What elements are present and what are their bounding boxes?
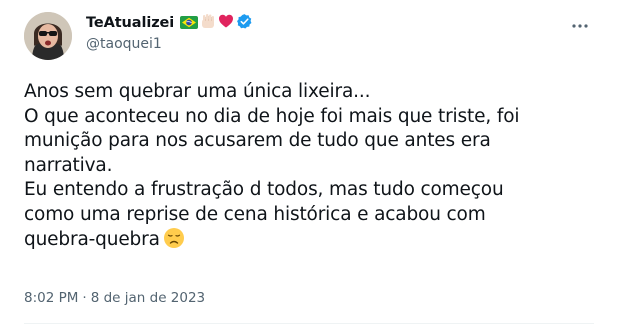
avatar[interactable] (24, 12, 72, 60)
tweet-line: quebra-quebra (24, 229, 160, 250)
red-heart-icon (218, 13, 234, 33)
tweet-line: O que aconteceu no dia de hoje foi mais … (24, 105, 520, 127)
tweet-last-line: quebra-quebra (24, 227, 594, 257)
avatar-photo-icon (24, 12, 72, 60)
tweet-line: munição para nos acusarem de tudo que an… (24, 130, 491, 151)
author-name-row: TeAtualizei (86, 13, 253, 34)
author-badges (178, 13, 253, 34)
brazil-flag-icon (180, 14, 199, 33)
more-dots-icon (572, 24, 588, 28)
hand-icon (200, 13, 216, 33)
tweet-text: Anos sem quebrar uma única lixeira... O … (24, 80, 594, 257)
meta-separator: · (82, 290, 87, 306)
tweet-line: Eu entendo a frustração d todos, mas tud… (24, 179, 504, 200)
verified-badge-icon (236, 13, 253, 34)
tweet-date[interactable]: 8 de jan de 2023 (91, 290, 205, 306)
author-handle[interactable]: @taoquei1 (86, 36, 162, 52)
tweet-card: TeAtualizei @taoquei1 Anos sem quebrar u… (0, 0, 617, 336)
tweet-time[interactable]: 8:02 PM (24, 290, 78, 306)
disappointed-face-icon (163, 227, 185, 257)
tweet-line: Anos sem quebrar uma única lixeira... (24, 81, 371, 102)
tweet-meta: 8:02 PM · 8 de jan de 2023 (24, 290, 205, 306)
tweet-line: como uma reprise de cena histórica e aca… (24, 203, 486, 225)
author-display-name[interactable]: TeAtualizei (86, 15, 174, 31)
tweet-line: narrativa. (24, 154, 113, 176)
divider (24, 323, 594, 324)
more-options-button[interactable] (566, 12, 594, 40)
